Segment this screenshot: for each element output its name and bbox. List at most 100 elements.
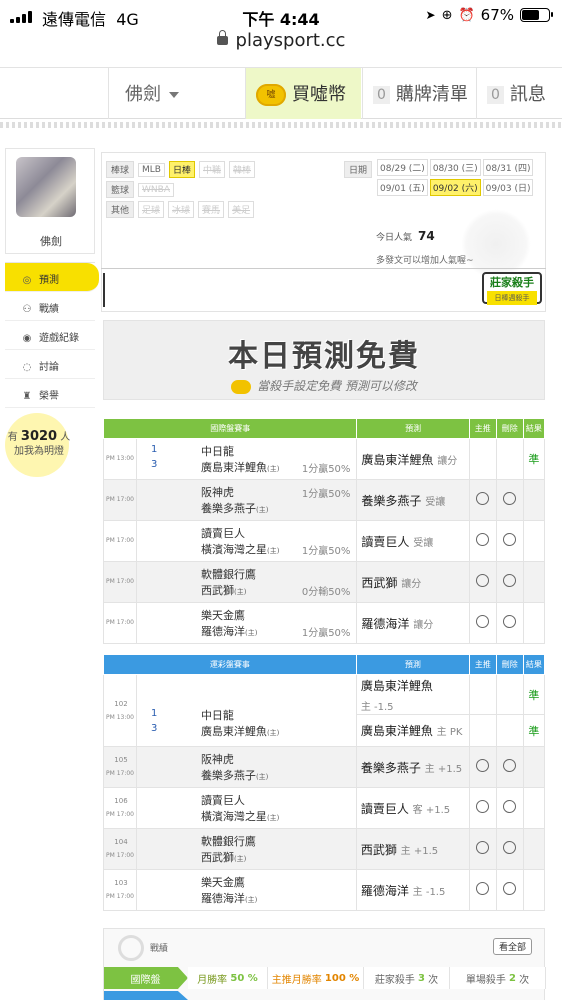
date-option[interactable]: 09/03 (日) (482, 179, 534, 196)
date-option[interactable]: 08/29 (二) (377, 159, 428, 176)
free-banner: 本日預測免費 當殺手設定免費 預測可以修改 (103, 320, 545, 400)
main-pick-radio[interactable] (476, 882, 490, 895)
game-id: 103 (114, 879, 128, 887)
delete-radio[interactable] (503, 492, 517, 505)
odds: 1分贏50% (301, 489, 351, 500)
tag-soccer: 足球 (138, 201, 165, 218)
tag-npb[interactable]: 日棒 (168, 161, 195, 178)
result: 準 (522, 438, 546, 480)
home-tag: (主) (255, 506, 269, 514)
pick-type: 讓分 (413, 619, 434, 631)
game-time-cell: 103 PM 17:00 (103, 869, 137, 911)
pick-type: 主 -1.5 (360, 701, 394, 713)
date-option-selected[interactable]: 09/02 (六) (429, 179, 481, 196)
prediction: 養樂多燕子 受讓 (356, 479, 470, 521)
main-pick-radio[interactable] (476, 574, 490, 587)
fans-prefix: 有 (7, 432, 18, 443)
sidebar-item-honor[interactable]: ♜ 榮譽 (5, 379, 95, 408)
purchase-list-button[interactable]: 0 購牌清單 (362, 68, 475, 119)
main-pick-radio[interactable] (476, 492, 490, 505)
main-pick-radio[interactable] (476, 841, 490, 854)
popularity: 今日人氣 74 (376, 229, 435, 243)
buy-coin-button[interactable]: 噓買噓幣 (245, 68, 361, 119)
view-all-button[interactable]: 看全部 (492, 938, 532, 955)
tag-kbo: 韓棒 (229, 161, 256, 178)
game-time: PM 17:00 (103, 479, 137, 521)
baseball-label: 棒球 (106, 161, 135, 178)
user-menu[interactable]: 佛劍 (108, 68, 244, 119)
delete-radio[interactable] (503, 800, 517, 813)
pick-team: 廣島東洋鯉魚 (360, 678, 433, 693)
home-team: 羅德海洋(主) (201, 890, 257, 906)
sidebar-item-label: 榮譽 (39, 391, 59, 402)
pick-team: 廣島東洋鯉魚 (361, 452, 434, 467)
buy-label: 買噓幣 (292, 84, 346, 105)
home-team-name: 廣島東洋鯉魚 (200, 725, 267, 738)
list-label: 購牌清單 (395, 84, 468, 105)
tag-hockey: 冰球 (168, 201, 195, 218)
tag-mlb[interactable]: MLB (138, 162, 165, 177)
delete-radio[interactable] (503, 615, 517, 628)
home-team-name: 西武獅 (200, 584, 234, 597)
away-team: 阪神虎 (200, 753, 234, 766)
date-option[interactable]: 08/30 (三) (429, 159, 481, 176)
url-bar[interactable]: playsport.cc (0, 29, 562, 58)
delete-radio[interactable] (503, 533, 517, 546)
sidebar-item-predict[interactable]: ◎ 預測 (5, 263, 99, 292)
main-pick-radio[interactable] (476, 533, 490, 546)
single-label: 單場殺手 (465, 974, 506, 986)
date-option[interactable]: 08/31 (四) (482, 159, 534, 176)
home-team: 養樂多燕子(主) (201, 500, 268, 516)
prediction: 羅德海洋 主 -1.5 (355, 869, 470, 911)
messages-button[interactable]: 0 訊息 (476, 68, 562, 119)
result (522, 479, 546, 521)
free-banner-subtitle: 當殺手設定免費 預測可以修改 (257, 379, 417, 393)
monthly-label: 月勝率 (197, 974, 228, 986)
sidebar-item-record[interactable]: ⚇ 戰績 (5, 292, 95, 321)
col-header: 預測 (355, 654, 470, 675)
avatar[interactable] (16, 157, 76, 217)
table-row: PM 17:00 樂天金鷹 羅德海洋(主) 1分贏50% 羅德海洋 讓分 (103, 602, 546, 644)
main-pick-cell (468, 828, 497, 870)
main-pick-radio[interactable] (476, 615, 490, 628)
delete-radio[interactable] (503, 759, 517, 772)
post-input[interactable] (101, 268, 546, 308)
main-pick-cell (468, 714, 497, 747)
delete-cell (495, 438, 524, 480)
delete-radio[interactable] (503, 841, 517, 854)
sidebar-item-discuss[interactable]: ◌ 討論 (5, 350, 95, 379)
fans-counter[interactable]: 有 3020 人 加我為明燈 (4, 430, 74, 459)
result (522, 869, 546, 911)
user-name: 佛劍 (125, 84, 161, 105)
game-time-cell: 102 PM 13:00 (103, 674, 137, 747)
delete-radio[interactable] (503, 882, 517, 895)
chart-icon: ⚇ (22, 304, 32, 315)
sidebar-item-label: 遊戲紀錄 (39, 333, 79, 344)
fans-suffix: 人 (60, 432, 71, 443)
sidebar-item-game-log[interactable]: ◉ 遊戲紀錄 (5, 321, 95, 350)
home-team: 西武獅(主) (201, 582, 246, 598)
list-count: 0 (373, 86, 390, 104)
table-row: 105 PM 17:00 阪神虎 養樂多燕子(主) 養樂多燕子 主 +1.5 (103, 746, 546, 788)
col-header: 主推 (468, 418, 497, 439)
home-team-name: 養樂多燕子 (200, 769, 256, 782)
main-pick-radio[interactable] (476, 800, 490, 813)
sidebar-item-label: 預測 (39, 275, 59, 286)
pick-team: 讀賣巨人 (361, 534, 410, 549)
date-option[interactable]: 09/01 (五) (377, 179, 428, 196)
delete-radio[interactable] (503, 574, 517, 587)
home-team: 西武獅(主) (201, 849, 246, 865)
prediction: 養樂多燕子 主 +1.5 (355, 746, 470, 788)
game-id: 105 (114, 756, 128, 764)
main-pick-cell (468, 787, 497, 829)
home-team-name: 羅德海洋 (200, 625, 245, 638)
prediction: 讀賣巨人 受讓 (356, 520, 470, 562)
pick-type: 讓分 (401, 578, 422, 590)
main-pick-cell (468, 674, 497, 715)
game-cell: 1 3 中日龍 廣島東洋鯉魚(主) 1分贏50% (135, 438, 358, 480)
main-pick-radio[interactable] (476, 759, 490, 772)
single-unit: 次 (519, 974, 530, 986)
status-bar: 遠傳電信 4G 下午 4:44 ➤ ⊕ ⏰ 67% (0, 0, 562, 32)
delete-cell (495, 787, 524, 829)
stats-panel: 戰績 看全部 國際盤 月勝率 50 % 主推月勝率 100 % 莊家殺手 3 次… (103, 928, 546, 1000)
